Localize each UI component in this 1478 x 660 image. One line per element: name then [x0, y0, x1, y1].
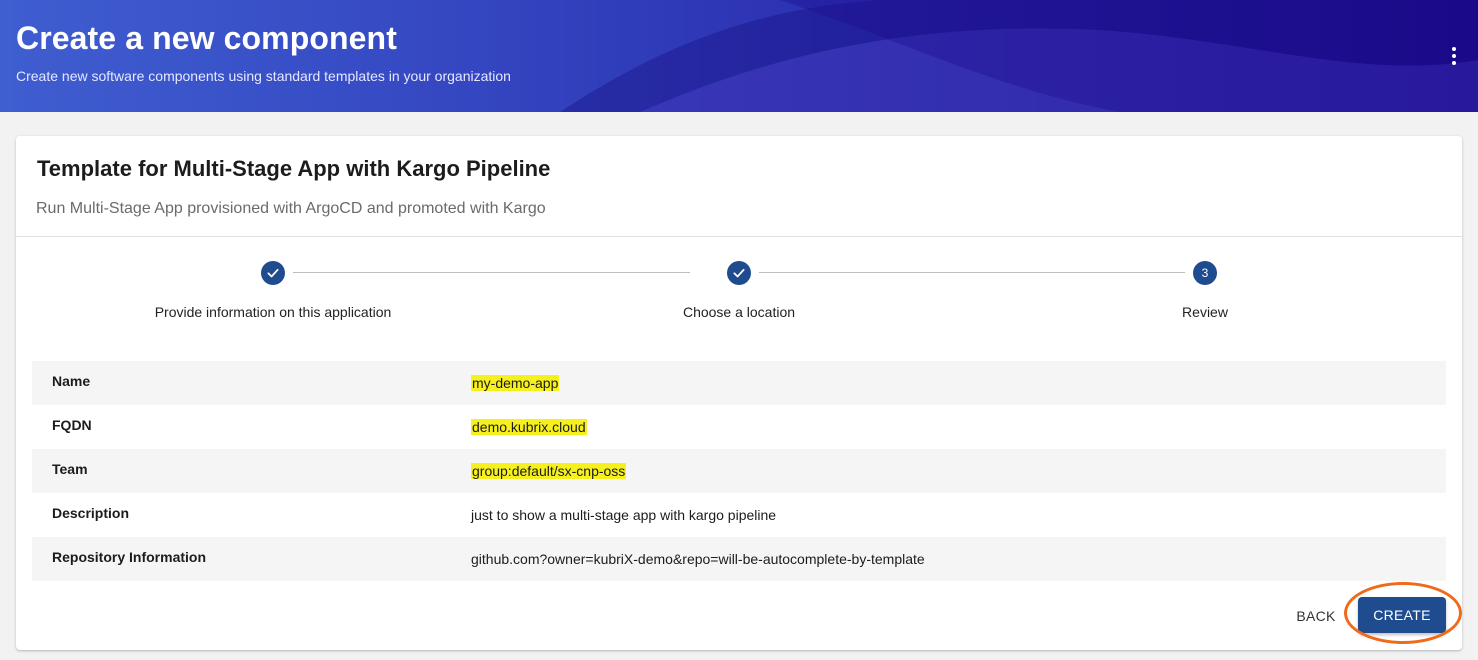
review-value: my-demo-app	[471, 375, 560, 391]
review-key: FQDN	[52, 417, 92, 433]
create-button[interactable]: CREATE	[1358, 597, 1446, 633]
review-row-team: Team group:default/sx-cnp-oss	[32, 449, 1446, 493]
step-2-label: Choose a location	[682, 304, 796, 320]
review-key: Name	[52, 373, 91, 389]
template-card: Template for Multi-Stage App with Kargo …	[16, 136, 1462, 650]
highlighted-value: demo.kubrix.cloud	[471, 419, 587, 435]
highlighted-value: my-demo-app	[471, 375, 560, 391]
review-table: Name my-demo-app FQDN demo.kubrix.cloud …	[32, 361, 1446, 581]
step-1-check-icon	[261, 261, 285, 285]
step-3-number: 3	[1193, 261, 1217, 285]
review-value: demo.kubrix.cloud	[471, 419, 587, 435]
review-key: Team	[52, 461, 88, 477]
step-3-label: Review	[1182, 304, 1228, 320]
template-title: Template for Multi-Stage App with Kargo …	[37, 156, 551, 181]
review-key: Repository Information	[52, 549, 207, 565]
step-1-label: Provide information on this application	[154, 304, 392, 320]
review-value: just to show a multi-stage app with karg…	[471, 507, 777, 523]
highlighted-value: group:default/sx-cnp-oss	[471, 463, 627, 479]
page-title: Create a new component	[16, 20, 397, 56]
kebab-menu-icon[interactable]	[1440, 42, 1468, 70]
review-row-fqdn: FQDN demo.kubrix.cloud	[32, 405, 1446, 449]
review-value: group:default/sx-cnp-oss	[471, 463, 627, 479]
page-header: Create a new component Create new softwa…	[0, 0, 1478, 112]
back-button[interactable]: BACK	[1286, 604, 1346, 628]
page-subtitle: Create new software components using sta…	[16, 68, 511, 84]
review-row-repository: Repository Information github.com?owner=…	[32, 537, 1446, 581]
step-connector-2	[759, 272, 1185, 273]
review-row-name: Name my-demo-app	[32, 361, 1446, 405]
review-row-description: Description just to show a multi-stage a…	[32, 493, 1446, 537]
review-key: Description	[52, 505, 130, 521]
review-value: github.com?owner=kubriX-demo&repo=will-b…	[471, 551, 925, 567]
card-divider	[16, 236, 1462, 237]
step-2-check-icon	[727, 261, 751, 285]
template-subtitle: Run Multi-Stage App provisioned with Arg…	[36, 200, 546, 217]
step-connector-1	[293, 272, 690, 273]
